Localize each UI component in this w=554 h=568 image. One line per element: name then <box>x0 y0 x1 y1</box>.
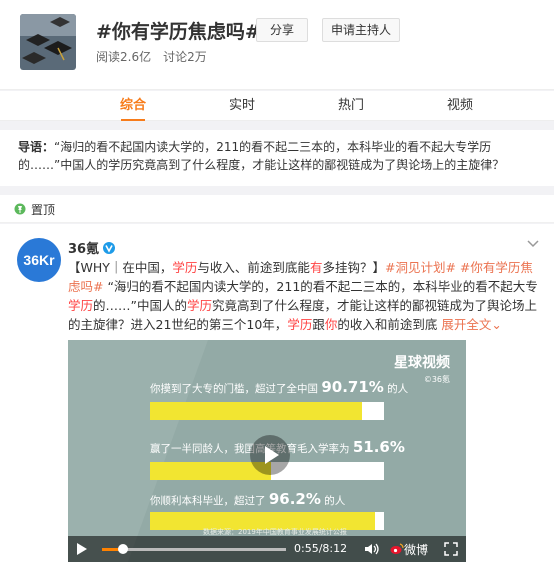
play-icon[interactable] <box>76 542 88 556</box>
video-line-3-suffix: 的人 <box>324 495 346 507</box>
video-line-3: 你顺利本科毕业，超过了 96.2% 的人 <box>150 490 345 508</box>
video-brand: 星球视频 <box>394 355 450 371</box>
pinned-bar: 置顶 <box>0 195 554 223</box>
weibo-label: 微博 <box>404 543 429 557</box>
tab-general[interactable]: 综合 <box>103 91 163 121</box>
pinned-label: 置顶 <box>31 203 56 217</box>
topic-page: #你有学历焦虑吗# 阅读2.6亿 讨论2万 分享 申请主持人 综合 实时 热门 视… <box>0 0 554 568</box>
video-progress-bar[interactable] <box>102 544 286 554</box>
weibo-icon <box>390 543 404 554</box>
video-line-1-suffix: 的人 <box>387 383 409 395</box>
topic-hashtag-link[interactable]: #洞见计划# <box>385 260 456 275</box>
play-icon <box>265 446 279 464</box>
video-bar-1-fill <box>150 402 363 420</box>
read-count: 阅读2.6亿 <box>96 50 152 64</box>
post-text-segment: “海归的看不起国内读大学的，211的看不起二三本的，本科毕业的看不起大专 <box>103 279 538 294</box>
expand-full-text-link[interactable]: 展开全文⌄ <box>441 317 501 332</box>
keyword-highlight: 你 <box>324 317 338 332</box>
topic-intro: 导语：“海归的看不起国内读大学的，211的看不起二三本的，本科毕业的看不起大专学… <box>0 130 554 186</box>
topic-header: #你有学历焦虑吗# 阅读2.6亿 讨论2万 分享 申请主持人 <box>0 0 554 90</box>
topic-tabs: 综合 实时 热门 视频 <box>0 91 554 121</box>
video-line-3-text: 你顺利本科毕业，超过了 <box>150 495 266 507</box>
weibo-logo[interactable]: 微博 <box>390 541 428 558</box>
video-bar-1 <box>150 402 384 420</box>
share-button[interactable]: 分享 <box>256 18 308 42</box>
discussion-count: 讨论2万 <box>163 50 207 64</box>
keyword-highlight: 学历 <box>287 317 313 332</box>
video-line-1-value: 90.71% <box>321 378 384 396</box>
video-progress-knob[interactable] <box>117 544 128 554</box>
tab-video[interactable]: 视频 <box>430 91 490 121</box>
keyword-highlight: 学历 <box>187 298 213 313</box>
video-time: 0:55/8:12 <box>294 542 348 555</box>
video-line-1-text: 你摸到了大专的门槛，超过了全中国 <box>150 383 318 395</box>
tab-realtime[interactable]: 实时 <box>212 91 272 121</box>
post-author[interactable]: 36氪 <box>68 238 116 257</box>
post-text-segment: 与收入、前途到底能 <box>197 260 310 275</box>
author-name[interactable]: 36氪 <box>68 242 99 257</box>
keyword-highlight: 学历 <box>68 298 94 313</box>
avatar[interactable]: 36Kr <box>17 238 61 282</box>
post-text-segment: 的……”中国人的 <box>93 298 187 313</box>
post-text-segment: 【WHY｜在中国， <box>68 260 173 275</box>
post-text: 【WHY｜在中国，学历与收入、前途到底能有多挂钩？】#洞见计划# #你有学历焦虑… <box>68 258 544 334</box>
video-line-2-value: 51.6% <box>352 438 405 456</box>
tab-hot[interactable]: 热门 <box>321 91 381 121</box>
video-line-1: 你摸到了大专的门槛，超过了全中国 90.71% 的人 <box>150 378 408 396</box>
pin-icon <box>14 203 26 215</box>
post-text-segment: 多挂钩？】 <box>322 260 385 275</box>
topic-title: #你有学历焦虑吗# <box>96 21 261 43</box>
apply-host-button[interactable]: 申请主持人 <box>322 18 400 42</box>
post-text-segment: 跟 <box>312 317 325 332</box>
keyword-highlight: 有 <box>309 260 323 275</box>
chevron-down-icon[interactable] <box>526 236 540 250</box>
video-player[interactable]: 星球视频 ©36氪 你摸到了大专的门槛，超过了全中国 90.71% 的人 赢了一… <box>68 340 466 562</box>
play-overlay-button[interactable] <box>250 435 290 475</box>
video-controls: 0:55/8:12 微博 <box>68 536 466 562</box>
video-line-3-value: 96.2% <box>268 490 321 508</box>
intro-text: “海归的看不起国内读大学的，211的看不起二三本的，本科毕业的看不起大专学历的…… <box>18 140 505 172</box>
topic-cover-image <box>20 14 76 70</box>
keyword-highlight: 学历 <box>172 260 198 275</box>
post-card: 36Kr 36氪 【WHY｜在中国，学历与收入、前途到底能有多挂钩？】#洞见计划… <box>0 224 554 568</box>
verified-icon <box>103 242 116 254</box>
volume-icon[interactable] <box>364 542 380 556</box>
intro-prefix: 导语： <box>18 140 55 154</box>
post-text-segment: 的收入和前途到底 <box>337 317 442 332</box>
topic-stats: 阅读2.6亿 讨论2万 <box>96 48 207 65</box>
fullscreen-icon[interactable] <box>444 542 458 556</box>
